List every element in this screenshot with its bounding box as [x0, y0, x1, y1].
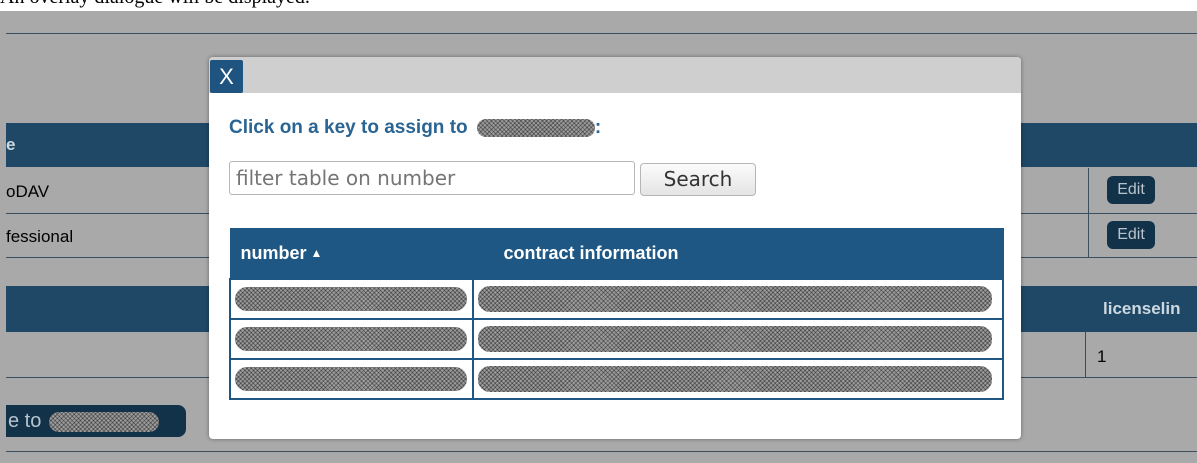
assign-button[interactable]: e to: [6, 405, 186, 437]
top-rule: [6, 33, 1197, 34]
column-header-label: number: [240, 243, 307, 263]
table-row[interactable]: [229, 318, 1004, 360]
row-label: fessional: [6, 227, 74, 246]
close-button[interactable]: X: [210, 60, 243, 93]
redacted-name: [48, 411, 159, 432]
dialog-heading: Click on a key to assign to :: [229, 117, 601, 139]
search-button[interactable]: Search: [640, 163, 756, 196]
redacted-contract: [478, 326, 992, 352]
redacted-number: [235, 287, 467, 311]
number-cell[interactable]: [229, 358, 474, 400]
caption-text: An overlay dialogue will be displayed.: [0, 0, 310, 9]
contract-cell: [472, 278, 1004, 320]
column-header-contract-information[interactable]: contract information: [472, 228, 1004, 280]
table-row[interactable]: [229, 358, 1004, 400]
redacted-number: [235, 327, 467, 351]
contract-cell: [472, 318, 1004, 360]
table-row[interactable]: [229, 278, 1004, 320]
redacted-contract: [478, 366, 992, 392]
number-cell[interactable]: [229, 278, 474, 320]
keys-table: number ▲ contract information: [229, 228, 1004, 400]
redacted-contract: [478, 286, 992, 312]
assign-key-dialog: X Click on a key to assign to : Search n…: [209, 57, 1021, 439]
column-header-partial: licenselin: [1103, 299, 1181, 318]
dialog-titlebar: X: [209, 57, 1021, 93]
column-divider: [1085, 332, 1086, 377]
redacted-name: [476, 118, 595, 137]
column-header-number[interactable]: number ▲: [229, 228, 474, 280]
sort-ascending-icon: ▲: [310, 246, 323, 260]
dialog-heading-text: Click on a key to assign to: [229, 117, 468, 138]
redacted-number: [235, 367, 467, 391]
column-header-partial: e: [6, 135, 16, 154]
row-label: oDAV: [6, 182, 50, 201]
dialog-heading-suffix: :: [594, 117, 602, 138]
number-cell[interactable]: [229, 318, 474, 360]
edit-button[interactable]: Edit: [1107, 221, 1155, 249]
filter-input[interactable]: [229, 161, 635, 195]
cell-value: 1: [1097, 347, 1107, 366]
edit-button[interactable]: Edit: [1107, 176, 1155, 204]
assign-button-label: e to: [8, 410, 42, 432]
column-header-label: contract information: [503, 243, 679, 263]
bottom-rule: [6, 451, 1197, 452]
contract-cell: [472, 358, 1004, 400]
